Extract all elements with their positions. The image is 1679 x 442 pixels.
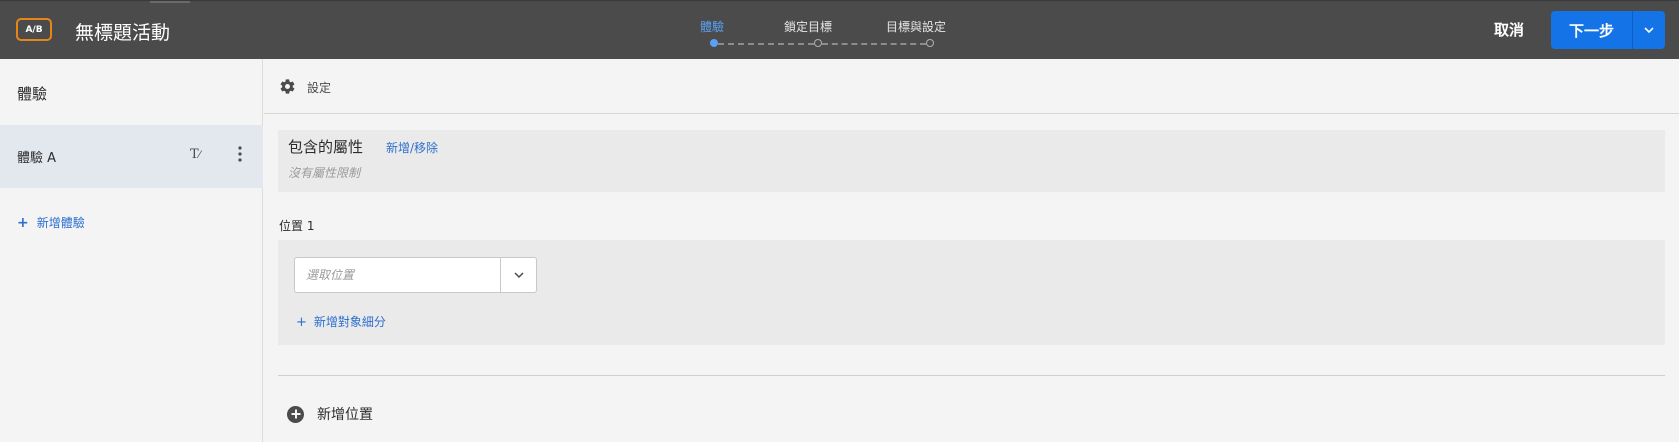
- no-property-restriction-note: 沒有屬性限制: [288, 166, 361, 180]
- location-input[interactable]: [295, 258, 500, 292]
- step-dot: [814, 39, 822, 47]
- next-button[interactable]: 下一步: [1551, 11, 1632, 49]
- step-targeting[interactable]: 鎖定目標: [784, 18, 832, 35]
- add-experience-label: 新增體驗: [36, 216, 85, 230]
- top-notch: [150, 1, 190, 3]
- step-dot-active: [710, 39, 718, 47]
- add-circle-icon: [287, 405, 304, 423]
- add-location-button[interactable]: 新增位置: [287, 404, 373, 424]
- experience-item-label: 體驗 A: [17, 151, 57, 166]
- add-experience-button[interactable]: + 新增體驗: [17, 214, 85, 231]
- plus-icon: +: [296, 315, 307, 330]
- section-divider: [278, 375, 1665, 376]
- rename-icon[interactable]: T⁄: [190, 147, 200, 162]
- step-indicator: 體驗 鎖定目標 目標與設定: [700, 18, 1000, 48]
- more-vertical-icon[interactable]: [232, 144, 248, 164]
- top-bar: A/B 無標題活動 體驗 鎖定目標 目標與設定 取消 下一步: [0, 0, 1679, 59]
- experiences-heading: 體驗: [17, 85, 48, 103]
- add-audience-label: 新增對象細分: [313, 315, 386, 329]
- step-dot: [926, 39, 934, 47]
- settings-bar: 設定: [264, 59, 1679, 114]
- add-remove-properties-link[interactable]: 新增/移除: [386, 139, 438, 156]
- chevron-down-icon: [513, 271, 524, 278]
- activity-title[interactable]: 無標題活動: [75, 18, 170, 45]
- cancel-button[interactable]: 取消: [1494, 19, 1524, 40]
- next-options-button[interactable]: [1632, 11, 1665, 49]
- location-select: [294, 257, 537, 293]
- step-goals-settings[interactable]: 目標與設定: [886, 18, 946, 35]
- included-properties-title: 包含的屬性: [288, 138, 364, 156]
- location-label: 位置 1: [279, 219, 315, 233]
- plus-icon: +: [17, 215, 29, 231]
- location-dropdown-button[interactable]: [500, 258, 536, 292]
- included-properties-section: 包含的屬性 新增/移除 沒有屬性限制: [278, 130, 1665, 192]
- add-audience-refinement-button[interactable]: + 新增對象細分: [296, 313, 386, 330]
- settings-label[interactable]: 設定: [307, 79, 331, 96]
- step-experiences[interactable]: 體驗: [700, 18, 724, 35]
- add-location-label: 新增位置: [317, 407, 373, 423]
- chevron-down-icon: [1644, 26, 1654, 33]
- experiences-panel: 體驗 體驗 A T⁄ + 新增體驗: [0, 59, 263, 442]
- experience-item[interactable]: 體驗 A T⁄: [0, 125, 263, 188]
- step-connector: [718, 43, 814, 45]
- step-connector: [822, 43, 926, 45]
- next-button-group: 下一步: [1551, 11, 1665, 49]
- gear-icon[interactable]: [279, 78, 296, 95]
- location-section: + 新增對象細分: [278, 240, 1665, 345]
- ab-activity-badge: A/B: [16, 18, 52, 41]
